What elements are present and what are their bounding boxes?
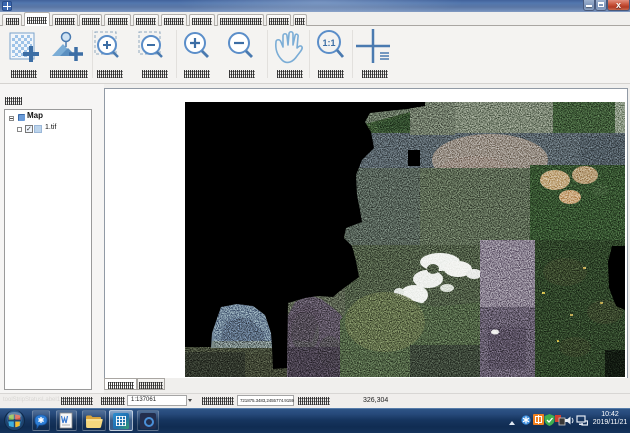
svg-text:1:1: 1:1: [322, 38, 335, 48]
